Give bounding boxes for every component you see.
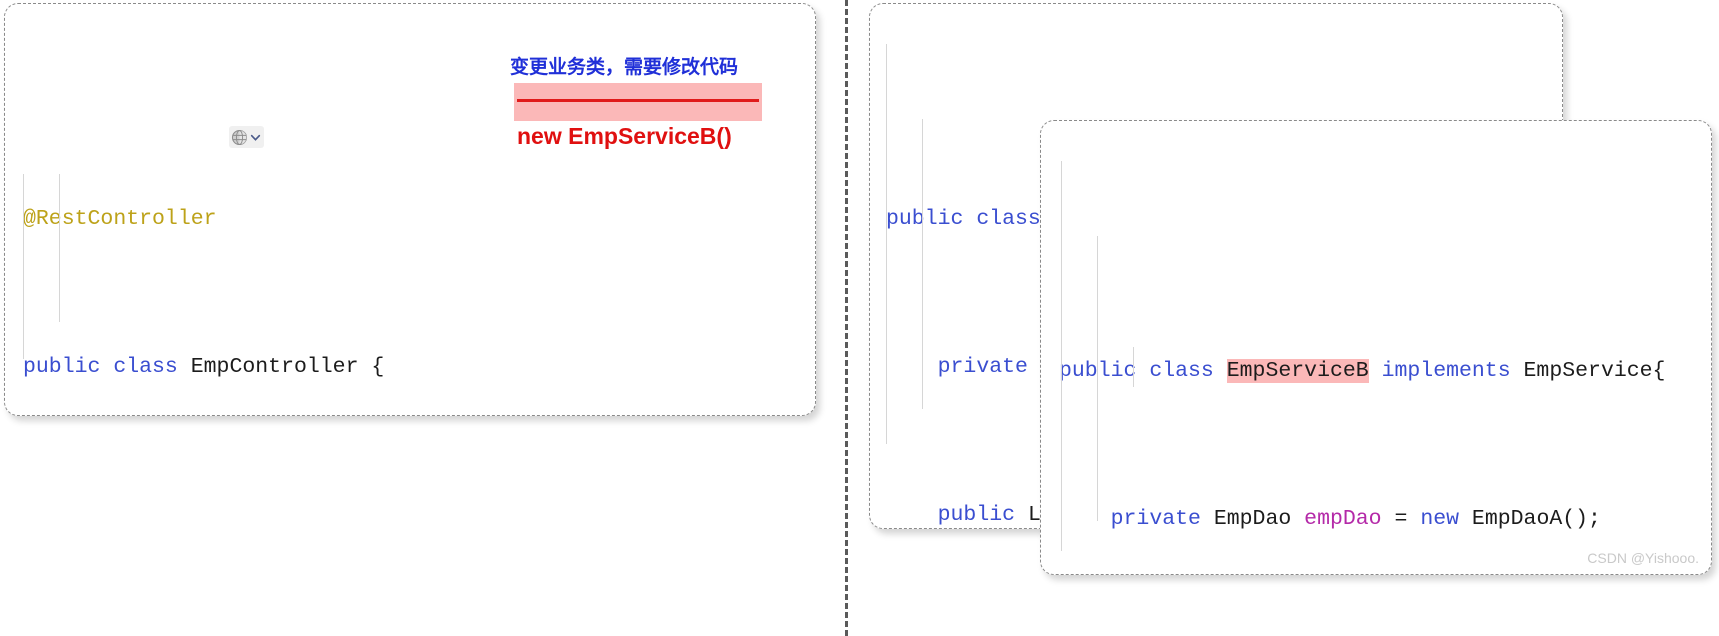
- indent-guide: [1061, 161, 1062, 551]
- annotation-note-chinese: 变更业务类，需要修改代码: [510, 57, 739, 78]
- indent-guide: [59, 174, 60, 322]
- indent-guide: [1097, 236, 1098, 521]
- indent-guide: [922, 119, 923, 409]
- chevron-down-icon[interactable]: [249, 131, 262, 144]
- empcontroller-code-card: @RestController public class EmpControll…: [4, 3, 816, 416]
- annotation-note-replacement: new EmpServiceB(): [517, 123, 732, 149]
- strikethrough-line: [517, 99, 759, 102]
- struck-code-highlight: [514, 83, 762, 121]
- empserviceb-code: public class EmpServiceB implements EmpS…: [1041, 121, 1711, 574]
- indent-guide: [1133, 347, 1134, 387]
- code-line: @RestController: [23, 207, 217, 231]
- indent-guide: [886, 44, 887, 444]
- web-gutter-icon-group[interactable]: [229, 126, 264, 148]
- watermark: CSDN @Yishooo.: [1587, 550, 1699, 566]
- globe-icon[interactable]: [231, 129, 248, 146]
- code-line: public class EmpServiceB implements EmpS…: [1059, 359, 1666, 383]
- code-line: public class EmpController {: [23, 355, 385, 379]
- vertical-dashed-divider: [845, 0, 848, 636]
- indent-guide: [23, 174, 24, 359]
- code-line: private EmpDao empDao = new EmpDaoA();: [1110, 507, 1601, 531]
- highlighted-class-name: EmpServiceB: [1226, 359, 1369, 383]
- empserviceb-code-card: public class EmpServiceB implements EmpS…: [1040, 120, 1712, 575]
